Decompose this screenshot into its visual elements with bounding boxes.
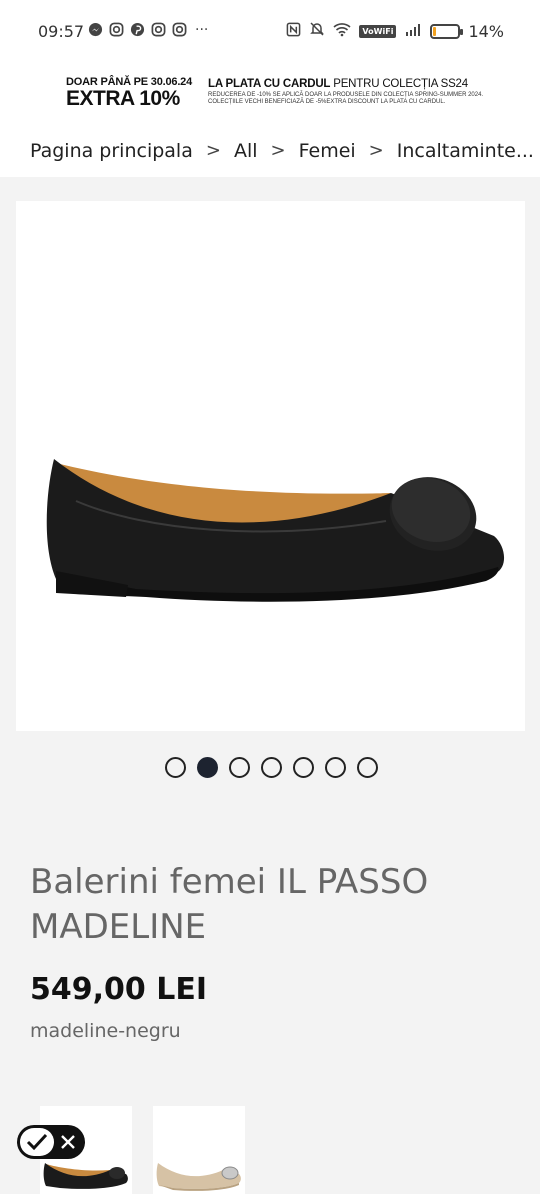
product-title: Balerini femei IL PASSO MADELINE [30,862,429,947]
promo-headline-rest: PENTRU COLECȚIA SS24 [330,78,468,90]
battery-percent: 14% [468,21,504,41]
battery-icon [430,23,464,39]
pinterest-icon [130,22,145,37]
gallery-pagination [0,757,540,781]
promo-note-2: COLECȚIILE VECHI BENEFICIAZĂ DE -5%EXTRA… [208,99,446,105]
product-sku: madeline-negru [30,1020,181,1042]
breadcrumb-femei[interactable]: Femei [299,140,356,162]
breadcrumb-separator: > [270,140,286,161]
compare-toggle[interactable] [17,1125,85,1159]
promo-banner[interactable]: DOAR PÂNĂ PE 30.06.24 EXTRA 10% LA PLATA… [0,64,540,124]
instagram-icon [151,22,166,37]
battery-level [433,26,437,36]
shoe-image [46,459,505,602]
instagram-icon [172,22,187,37]
nfc-icon [286,22,301,41]
status-time: 09:57 [38,22,85,41]
breadcrumb-overflow: ... [515,139,534,162]
variant-beige-thumbnail [156,1163,241,1191]
variant-beige[interactable] [153,1106,245,1194]
status-bar: 09:57 ··· VoWiFi 14% [0,0,540,64]
breadcrumb-separator: > [368,140,384,161]
promo-headline: LA PLATA CU CARDUL PENTRU COLECȚIA SS24 [208,77,488,92]
check-icon[interactable] [20,1128,54,1156]
messenger-icon [88,22,103,37]
breadcrumb-separator: > [205,140,221,161]
promo-extra: EXTRA 10% [66,87,180,110]
gallery-dot-1[interactable] [164,757,186,778]
gallery-dot-3[interactable] [228,757,250,778]
notification-icons: ··· [88,22,208,37]
signal-icon [404,22,422,41]
close-icon[interactable] [54,1128,82,1156]
mute-icon [309,21,325,41]
breadcrumb-incaltaminte[interactable]: Incaltaminte [397,140,516,162]
wifi-icon [333,22,351,41]
more-notifications-icon: ··· [195,21,209,38]
gallery-dot-5[interactable] [292,757,314,778]
product-price: 549,00 LEI [30,972,207,1007]
gallery-dot-4[interactable] [260,757,282,778]
breadcrumb: Pagina principala > All > Femei > Incalt… [0,124,540,177]
gallery-dot-6[interactable] [324,757,346,778]
instagram-icon [109,22,124,37]
promo-headline-bold: LA PLATA CU CARDUL [208,78,331,90]
vowifi-badge: VoWiFi [359,24,397,38]
breadcrumb-home[interactable]: Pagina principala [30,140,193,162]
system-icons: VoWiFi 14% [286,21,504,41]
gallery-dot-7[interactable] [356,757,378,778]
breadcrumb-all[interactable]: All [234,140,258,162]
promo-note-1: REDUCEREA DE -10% SE APLICĂ DOAR LA PROD… [208,92,484,98]
product-image[interactable] [16,201,525,731]
gallery-dot-2[interactable] [196,757,218,778]
